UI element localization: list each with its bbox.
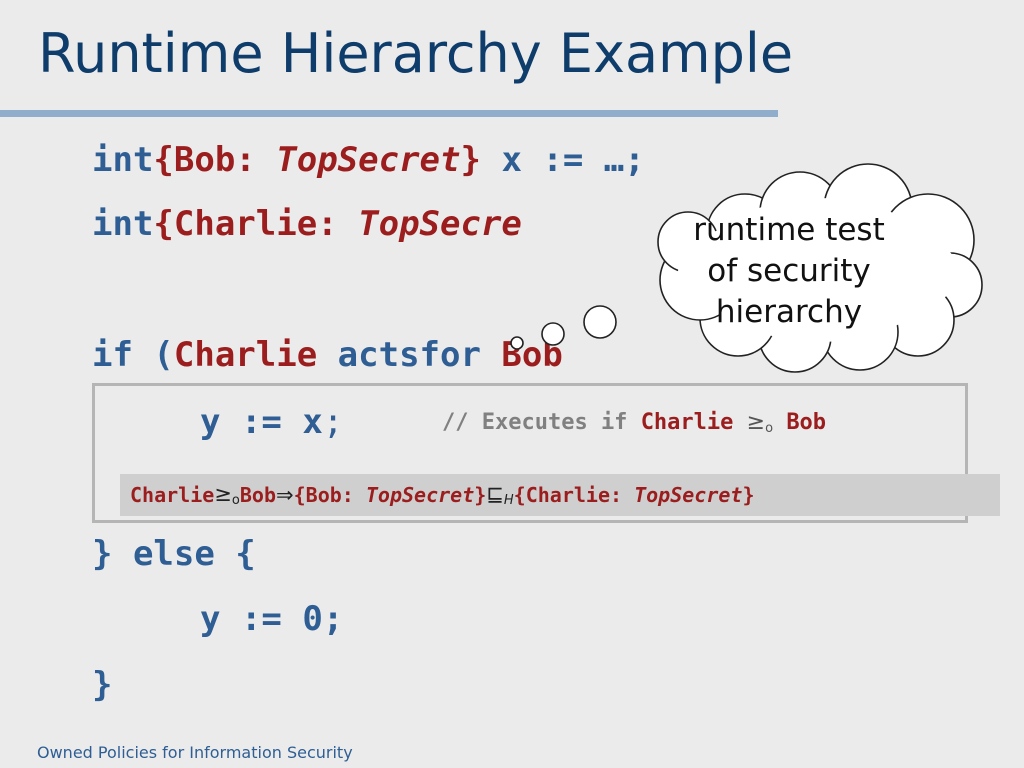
callout-line: hierarchy bbox=[715, 294, 863, 330]
bubble-tail-small bbox=[510, 336, 524, 350]
bubble-tail-medium bbox=[541, 322, 565, 346]
slide-footer: Owned Policies for Information Security bbox=[37, 743, 353, 762]
thought-bubble bbox=[510, 163, 983, 373]
callout-text: runtime test of security hierarchy bbox=[664, 210, 914, 333]
callout-line: of security bbox=[707, 253, 871, 289]
callout-line: runtime test bbox=[693, 212, 885, 248]
bubble-tail-large bbox=[583, 305, 617, 339]
